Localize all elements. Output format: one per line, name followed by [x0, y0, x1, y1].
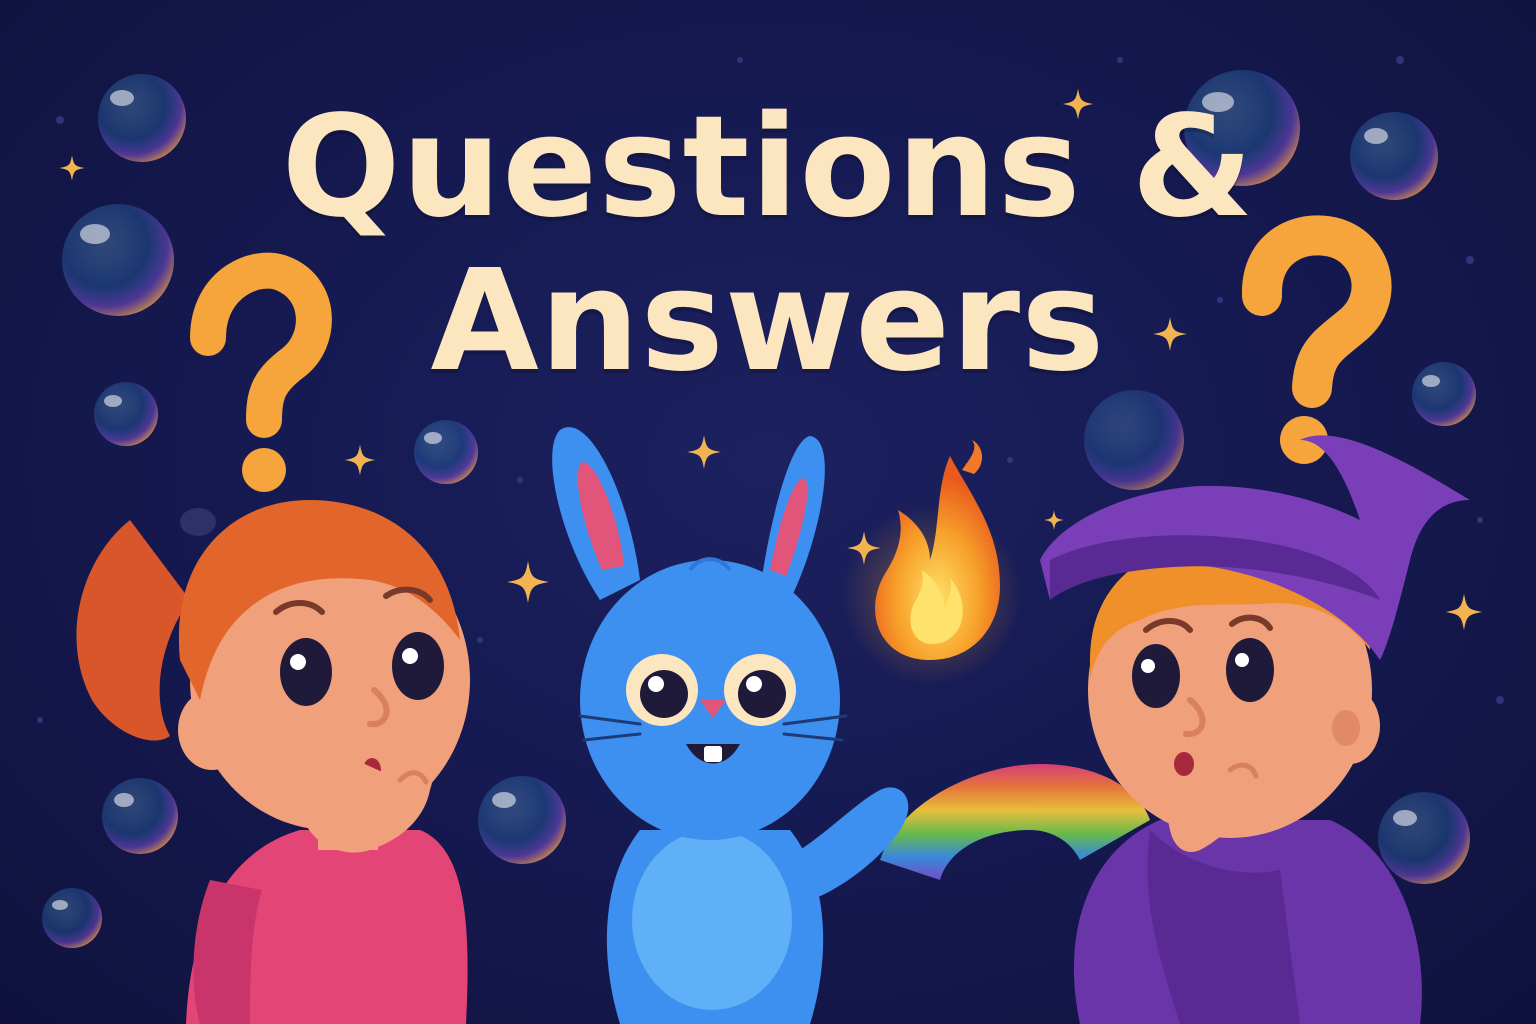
- bubble-icon: [42, 888, 102, 948]
- wizard-character: [1040, 435, 1470, 1024]
- illustration: Questions & Answers: [0, 0, 1536, 1024]
- girl-character: [76, 500, 470, 1024]
- page-title-line-1: Questions &: [281, 86, 1255, 249]
- bubble-icon: [102, 778, 178, 854]
- flame-icon: [842, 440, 1022, 686]
- sparkle-icon: [1445, 593, 1483, 631]
- bubble-icon: [478, 776, 566, 864]
- sparkle-icon: [687, 435, 721, 469]
- sparkle-icon: [1044, 510, 1064, 530]
- bubble-icon: [414, 420, 478, 484]
- sparkle-icon: [507, 561, 549, 603]
- sparkle-icon: [344, 444, 376, 476]
- bunny-character: [552, 427, 909, 1024]
- page-title-line-2: Answers: [430, 240, 1106, 403]
- bubble-icon: [1378, 792, 1470, 884]
- bubble-icon: [1084, 390, 1184, 490]
